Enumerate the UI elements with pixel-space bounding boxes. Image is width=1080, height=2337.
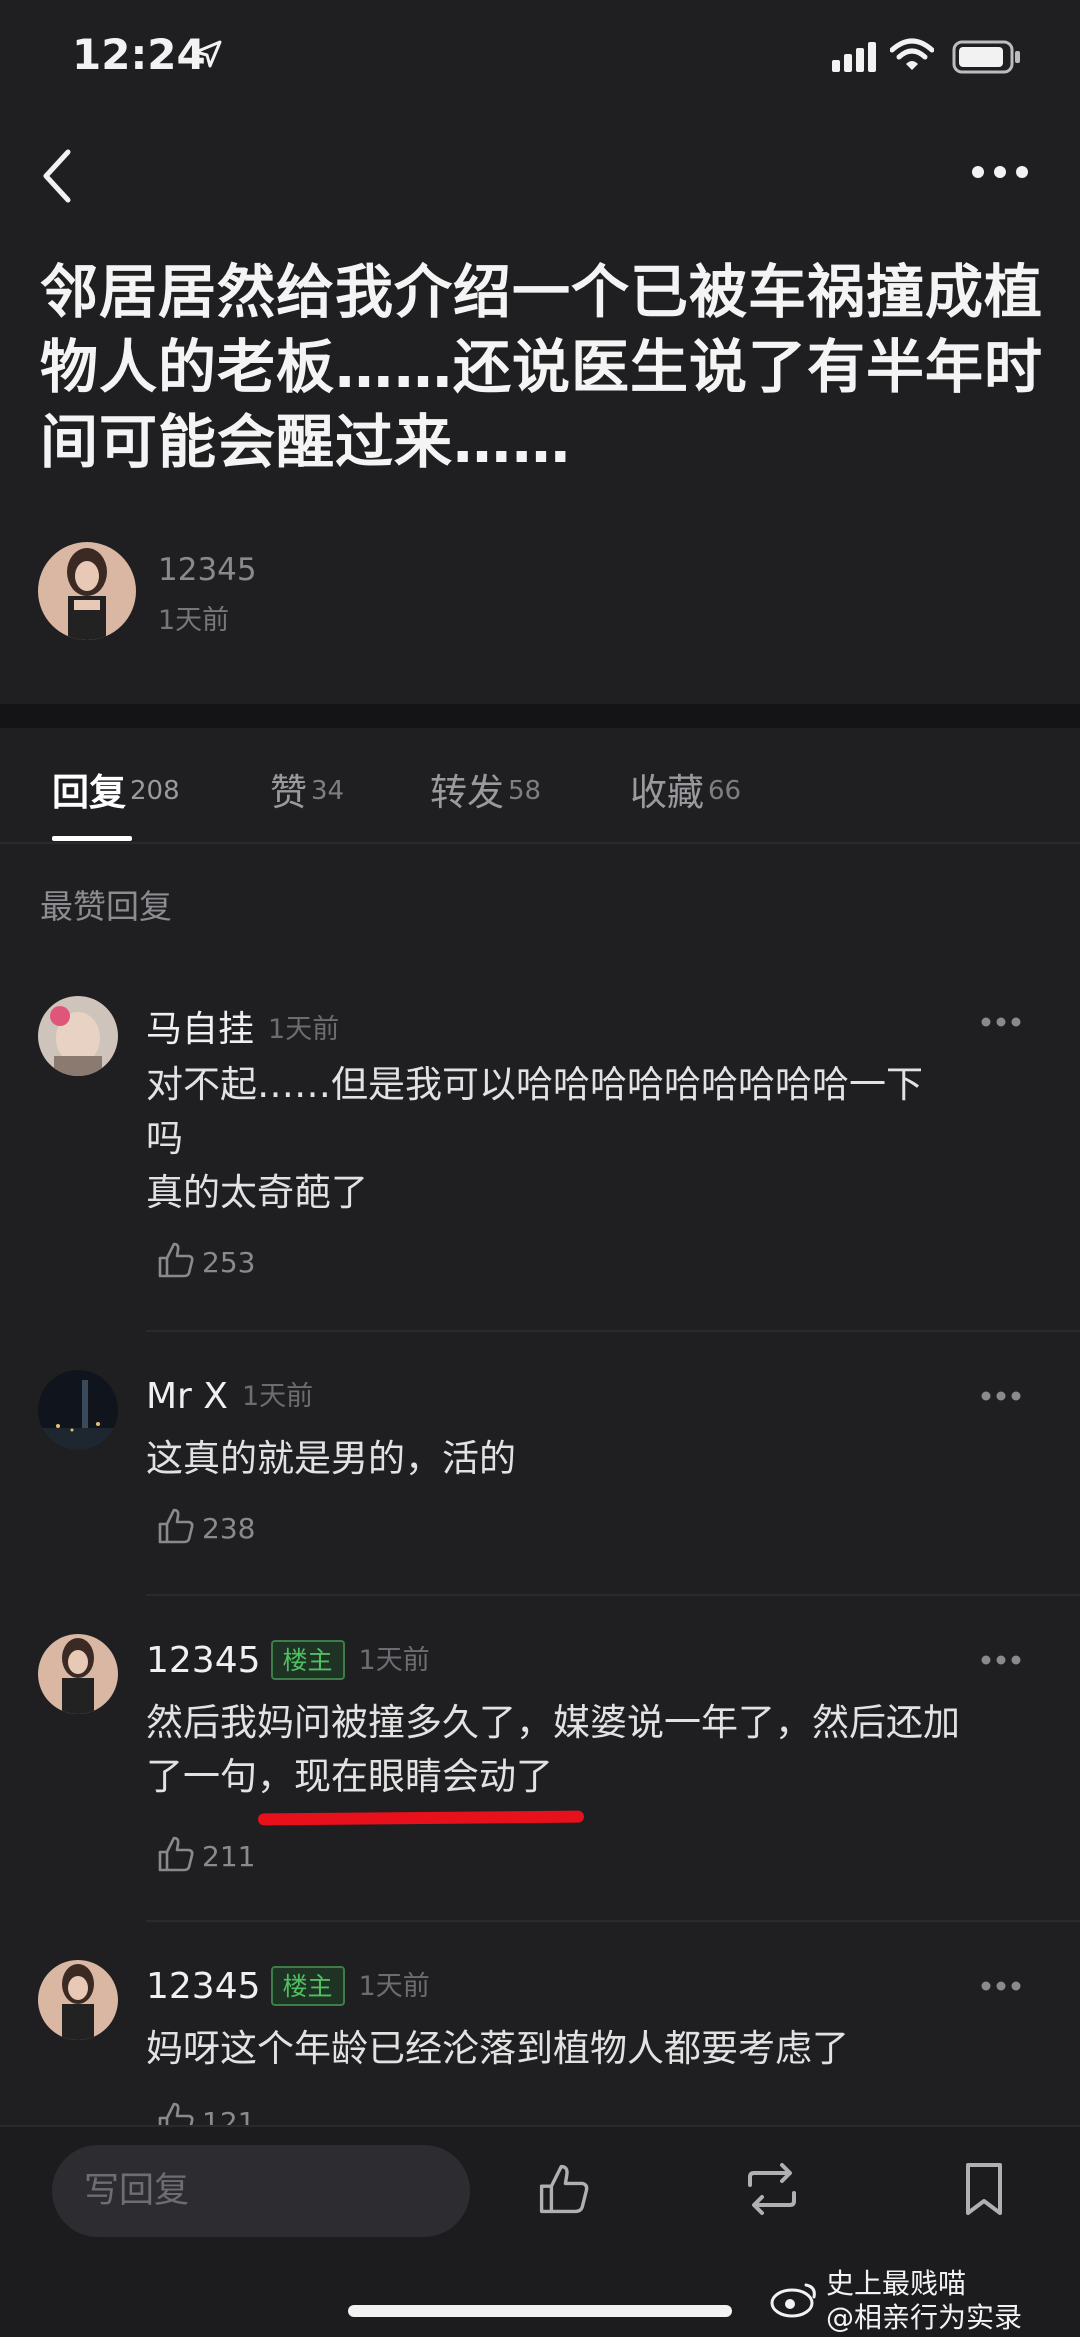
- reply-like-button[interactable]: 211: [156, 1834, 255, 1878]
- reply-text-line: 这真的就是男的，活的: [146, 1437, 516, 1480]
- reply-like-button[interactable]: 253: [156, 1240, 255, 1284]
- bookmark-icon[interactable]: [962, 2161, 1006, 2217]
- watermark-line: @相亲行为实录: [826, 2301, 1023, 2334]
- wifi-icon: [890, 38, 934, 70]
- op-badge: 楼主: [270, 1966, 345, 2006]
- author-post-time: 1天前: [158, 605, 230, 636]
- reply-text: 这真的就是男的，活的: [146, 1432, 1026, 1486]
- active-tab-indicator: [52, 836, 132, 841]
- reply-time: 1天前: [358, 1645, 430, 1676]
- like-count: 238: [202, 1512, 256, 1545]
- reply-header: Mr X 1天前: [146, 1374, 313, 1417]
- repost-icon[interactable]: [742, 2161, 802, 2217]
- thumbs-up-icon: [158, 1508, 194, 1544]
- thumbs-up-icon: [158, 1836, 194, 1872]
- reply-header: 12345 楼主 1天前: [146, 1964, 430, 2007]
- author-name[interactable]: 12345: [158, 552, 257, 588]
- tab-count: 58: [508, 775, 542, 806]
- more-options-icon[interactable]: [980, 1390, 1022, 1402]
- tab-count: 66: [708, 775, 742, 806]
- more-options-icon[interactable]: [980, 1654, 1022, 1666]
- reply-text-line: 了一句，现在眼睛会动了: [146, 1755, 553, 1798]
- reply-text: 然后我妈问被撞多久了，媒婆说一年了，然后还加 了一句，现在眼睛会动了: [146, 1696, 1026, 1804]
- thumbs-up-icon: [158, 1242, 194, 1278]
- watermark-line: 史上最贱喵: [826, 2267, 967, 2300]
- section-title: 最赞回复: [40, 887, 172, 926]
- avatar[interactable]: [38, 996, 118, 1076]
- tab-reposts[interactable]: 转发 58: [430, 762, 541, 832]
- reply-text-line: 然后我妈问被撞多久了，媒婆说一年了，然后还加: [146, 1701, 960, 1744]
- nav-bar: [0, 130, 1080, 220]
- reply-header: 12345 楼主 1天前: [146, 1638, 430, 1681]
- tab-label: 回复: [52, 771, 126, 814]
- more-options-icon[interactable]: [980, 1980, 1022, 1992]
- status-time: 12:24: [72, 30, 206, 79]
- section-divider: [0, 704, 1080, 728]
- tabs-border: [0, 842, 1080, 844]
- red-highlight-underline: [257, 1810, 585, 1826]
- reply-text: 对不起……但是我可以哈哈哈哈哈哈哈哈哈一下 吗 真的太奇葩了: [146, 1058, 1026, 1220]
- tab-label: 转发: [430, 771, 504, 814]
- avatar[interactable]: [38, 1634, 118, 1714]
- reply-text: 妈呀这个年龄已经沦落到植物人都要考虑了: [146, 2022, 1026, 2076]
- author-avatar[interactable]: [38, 542, 136, 640]
- home-indicator[interactable]: [348, 2305, 732, 2317]
- like-count: 253: [202, 1246, 256, 1279]
- reply-header: 马自挂 1天前: [146, 1000, 339, 1052]
- location-arrow-icon: [194, 40, 222, 68]
- tab-label: 赞: [270, 771, 307, 814]
- cellular-signal-icon: [832, 42, 876, 72]
- post-title: 邻居居然给我介绍一个已被车祸撞成植物人的老板……还说医生说了有半年时间可能会醒过…: [40, 258, 1044, 476]
- reply-separator: [146, 1330, 1080, 1332]
- reply-separator: [146, 1594, 1080, 1596]
- status-bar: 12:24: [0, 0, 1080, 120]
- more-options-icon[interactable]: [980, 1016, 1022, 1028]
- like-icon[interactable]: [536, 2161, 592, 2217]
- reply-time: 1天前: [268, 1014, 340, 1045]
- reply-text-line: 妈呀这个年龄已经沦落到植物人都要考虑了: [146, 2027, 849, 2070]
- battery-icon: [952, 40, 1020, 74]
- reply-input[interactable]: 写回复: [52, 2145, 470, 2237]
- like-count: 211: [202, 1840, 256, 1873]
- back-chevron-icon[interactable]: [36, 146, 76, 206]
- watermark: 史上最贱喵 @相亲行为实录: [770, 2267, 1023, 2335]
- tab-label: 收藏: [630, 771, 704, 814]
- reply-author-name[interactable]: 马自挂: [146, 1009, 254, 1050]
- reply-like-button[interactable]: 238: [156, 1506, 255, 1550]
- avatar[interactable]: [38, 1370, 118, 1450]
- tab-bar: 回复 208 赞 34 转发 58 收藏 66: [0, 740, 1080, 841]
- bottom-action-bar: 写回复 史上最贱喵 @相亲行为实录: [0, 2125, 1080, 2337]
- more-options-icon[interactable]: [970, 164, 1030, 180]
- reply-author-name[interactable]: 12345: [146, 1966, 261, 2007]
- tab-count: 208: [130, 775, 180, 806]
- tab-count: 34: [311, 775, 345, 806]
- reply-text-line: 吗: [146, 1117, 183, 1160]
- reply-text-line: 对不起……但是我可以哈哈哈哈哈哈哈哈哈一下: [146, 1063, 923, 1106]
- reply-time: 1天前: [358, 1971, 430, 2002]
- tab-replies[interactable]: 回复 208: [52, 762, 180, 832]
- avatar[interactable]: [38, 1960, 118, 2040]
- tab-favorites[interactable]: 收藏 66: [630, 762, 741, 832]
- op-badge: 楼主: [270, 1640, 345, 1680]
- reply-time: 1天前: [241, 1381, 314, 1412]
- reply-author-name[interactable]: 12345: [146, 1640, 261, 1681]
- reply-separator: [146, 1920, 1080, 1922]
- reply-text-line: 真的太奇葩了: [146, 1171, 368, 1214]
- weibo-logo-icon: [770, 2283, 816, 2318]
- tab-likes[interactable]: 赞 34: [270, 762, 344, 832]
- reply-author-name[interactable]: Mr X: [146, 1376, 228, 1417]
